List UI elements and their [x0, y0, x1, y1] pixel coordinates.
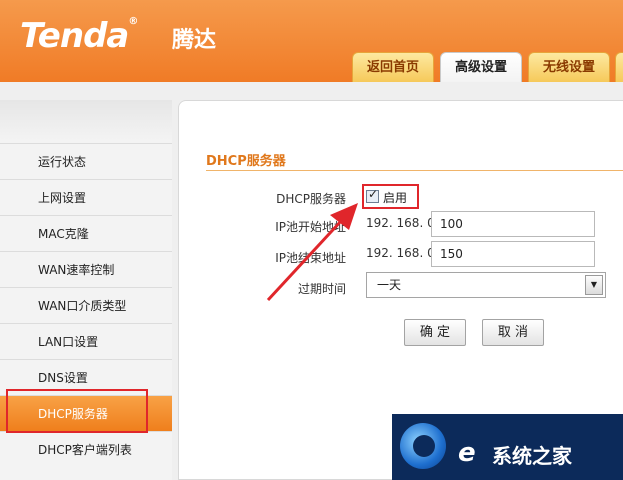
ip-end-prefix: 192. 168. 0.	[366, 246, 439, 260]
lease-value: 一天	[377, 278, 402, 292]
sidebar-item-internet[interactable]: 上网设置	[0, 179, 172, 215]
watermark-e-icon: e	[458, 438, 476, 468]
watermark-text: 系统之家	[492, 444, 572, 468]
check-mark-icon: ✓	[368, 187, 379, 201]
tenda-logo: Tenda®	[20, 16, 138, 56]
tab-home[interactable]: 返回首页	[352, 52, 434, 82]
brand-cn: 腾达	[172, 28, 217, 53]
sidebar-item-wan-media[interactable]: WAN口介质类型	[0, 287, 172, 323]
brand-text: Tenda	[20, 16, 129, 56]
sidebar-item-dhcp-clients[interactable]: DHCP客户端列表	[0, 431, 172, 467]
tab-wireless[interactable]: 无线设置	[528, 52, 610, 82]
ok-button[interactable]: 确 定	[404, 319, 466, 346]
sidebar-item-lan[interactable]: LAN口设置	[0, 323, 172, 359]
ip-start-label: IP池开始地址	[275, 220, 346, 234]
section-title: DHCP服务器	[206, 154, 286, 169]
ip-end-label: IP池结束地址	[275, 251, 346, 265]
highlight-box-sidebar	[6, 389, 148, 433]
lease-label: 过期时间	[297, 282, 346, 296]
sidebar-item-wan-speed[interactable]: WAN速率控制	[0, 251, 172, 287]
dhcp-server-label: DHCP服务器	[276, 192, 346, 206]
tab-advanced[interactable]: 高级设置	[440, 52, 522, 82]
chevron-down-icon[interactable]: ▼	[585, 275, 603, 295]
ip-start-input[interactable]: 100	[431, 211, 595, 237]
enable-checkbox[interactable]: ✓	[366, 187, 379, 203]
lease-select[interactable]: 一天 ▼	[366, 272, 606, 298]
section-divider	[206, 170, 623, 171]
cancel-button[interactable]: 取 消	[482, 319, 544, 346]
tab-more[interactable]	[615, 52, 623, 82]
ip-end-input[interactable]: 150	[431, 241, 595, 267]
watermark-logo-icon	[400, 423, 446, 469]
sidebar-item-mac-clone[interactable]: MAC克隆	[0, 215, 172, 251]
ip-start-prefix: 192. 168. 0.	[366, 216, 439, 230]
sidebar-item-status[interactable]: 运行状态	[0, 143, 172, 179]
enable-label: 启用	[383, 191, 408, 205]
